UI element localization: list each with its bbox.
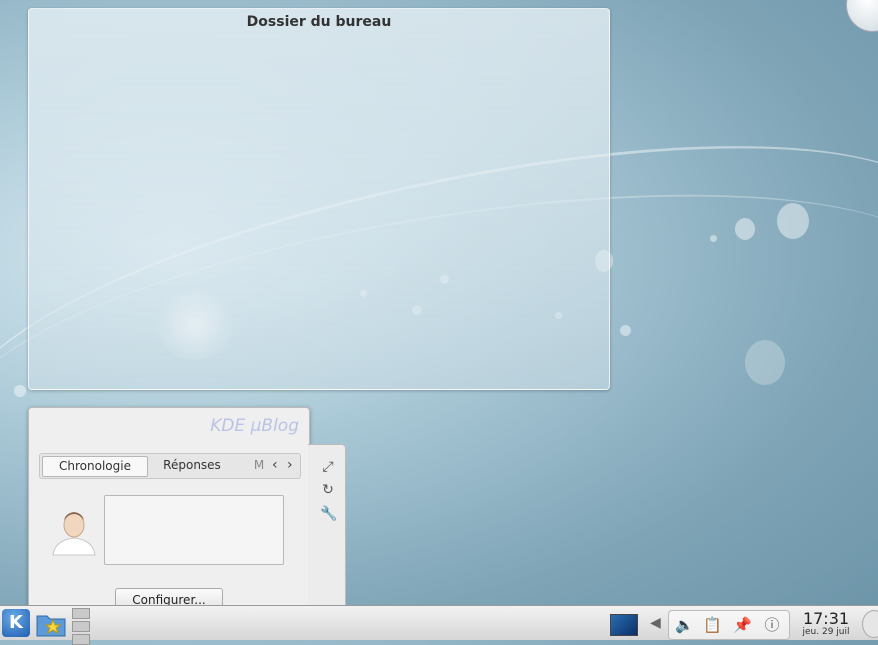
info-icon[interactable]: ⓘ bbox=[763, 616, 781, 634]
tab-scroll-right-icon[interactable]: › bbox=[287, 457, 293, 473]
system-tray: 🔈 📋 📌 ⓘ bbox=[668, 610, 790, 640]
tab-chronologie[interactable]: Chronologie bbox=[42, 456, 148, 477]
microblog-logo: KDE µBlog bbox=[210, 416, 299, 436]
taskbar-panel: K ◀ 🔈 📋 📌 ⓘ 17:31 jeu. 29 juil bbox=[0, 605, 878, 645]
clipboard-icon[interactable]: 📋 bbox=[703, 616, 722, 634]
microblog-tabbar: Chronologie Réponses M ‹ › bbox=[39, 453, 301, 479]
tab-scroll-left-icon[interactable]: ‹ bbox=[272, 457, 278, 473]
panel-toolbox-button[interactable] bbox=[862, 610, 878, 638]
folder-view-widget[interactable]: Dossier du bureau bbox=[28, 8, 610, 390]
post-input[interactable] bbox=[104, 495, 284, 565]
widget-handle[interactable]: ⤢ ↻ 🔧 bbox=[308, 444, 346, 608]
wallpaper-bubble bbox=[777, 203, 809, 239]
window-thumbnail[interactable] bbox=[610, 614, 638, 636]
refresh-icon[interactable]: ↻ bbox=[320, 482, 336, 498]
volume-icon[interactable]: 🔈 bbox=[675, 616, 694, 634]
folder-view-title: Dossier du bureau bbox=[246, 14, 392, 30]
wallpaper-bubble bbox=[620, 325, 631, 336]
maximize-icon[interactable]: ⤢ bbox=[320, 459, 336, 475]
wallpaper-bubble bbox=[745, 340, 785, 385]
pin-icon[interactable]: 📌 bbox=[733, 616, 752, 634]
folder-icon[interactable] bbox=[36, 611, 66, 637]
desktop-pager[interactable] bbox=[72, 608, 90, 645]
desktop-toolbox-button[interactable] bbox=[846, 0, 878, 32]
kde-menu-button[interactable]: K bbox=[2, 609, 30, 637]
clock-time[interactable]: 17:31 bbox=[797, 609, 855, 628]
tab-reponses[interactable]: Réponses bbox=[152, 456, 232, 475]
clock-date[interactable]: jeu. 29 juil bbox=[797, 627, 855, 637]
tray-expand-icon[interactable]: ◀ bbox=[650, 615, 661, 631]
avatar bbox=[49, 503, 99, 557]
wallpaper-bubble bbox=[710, 235, 717, 242]
microblog-widget[interactable]: KDE µBlog Chronologie Réponses M ‹ › Con… bbox=[28, 407, 310, 612]
wallpaper-bubble bbox=[735, 218, 755, 240]
tab-messages[interactable]: M bbox=[248, 456, 270, 475]
wallpaper-bubble bbox=[14, 385, 26, 397]
wrench-icon[interactable]: 🔧 bbox=[320, 506, 337, 522]
